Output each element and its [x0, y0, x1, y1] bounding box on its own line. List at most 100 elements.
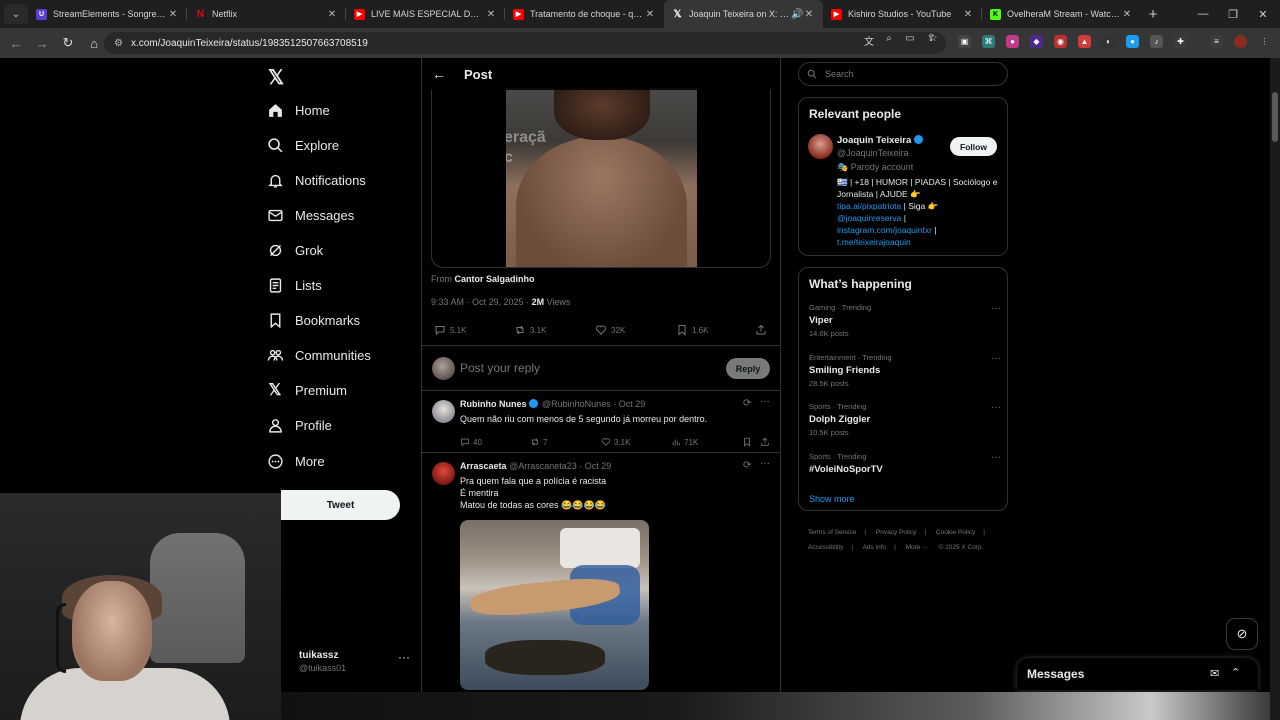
restore-icon[interactable]: ❐ — [1218, 0, 1248, 28]
minimize-icon[interactable]: — — [1188, 0, 1218, 28]
trend-item[interactable]: Gaming · Trending Viper 14.6K posts ··· — [809, 303, 1001, 341]
more-options-icon[interactable]: ··· — [760, 458, 770, 469]
browser-tab[interactable]: ▶ LIVE MAIS ESPECIAL DO ANO!! ✕ — [346, 0, 505, 28]
reply-action[interactable]: 5.1K — [434, 324, 466, 336]
zoom-icon[interactable]: ⌕ — [882, 33, 896, 47]
nav-notifications[interactable]: Notifications — [262, 165, 366, 195]
grok-explain-icon[interactable]: ⟳ — [743, 398, 751, 409]
trend-item[interactable]: Entertainment · Trending Smiling Friends… — [809, 353, 1001, 391]
extension-icon[interactable]: ● — [1006, 35, 1019, 48]
trend-more-icon[interactable]: ··· — [991, 402, 1001, 413]
back-icon[interactable]: ← — [4, 31, 28, 55]
close-tab-icon[interactable]: ✕ — [167, 9, 179, 20]
trend-item[interactable]: Sports · Trending #VoleiNoSporTV ··· — [809, 452, 1001, 490]
reply-author-handle[interactable]: @RubinhoNunes · Oct 29 — [542, 399, 645, 409]
avatar[interactable] — [808, 134, 833, 159]
nav-more[interactable]: More — [262, 446, 325, 476]
share-action[interactable] — [755, 324, 771, 336]
close-tab-icon[interactable]: ✕ — [803, 9, 815, 20]
trend-more-icon[interactable]: ··· — [991, 303, 1001, 314]
browser-tab-active[interactable]: 𝕏 Joaquin Teixeira on X: "Tira 🔊 ✕ — [664, 0, 823, 28]
expand-chevron-icon[interactable]: ⌃ — [1231, 666, 1240, 679]
bookmark-star-icon[interactable]: ☆ — [926, 33, 940, 47]
extension-icon[interactable]: ▲ — [1078, 35, 1091, 48]
tweet-button[interactable]: Tweet — [281, 490, 400, 520]
browser-tab[interactable]: K OvelheraM Stream - Watch Live ✕ — [982, 0, 1141, 28]
relevant-user-handle[interactable]: @JoaquinTeixeira — [837, 148, 909, 158]
close-tab-icon[interactable]: ✕ — [644, 9, 656, 20]
new-tab-button[interactable]: + — [1141, 6, 1165, 23]
extension-icon[interactable]: ◐ — [1102, 35, 1115, 48]
extension-icon[interactable]: ◆ — [1030, 35, 1043, 48]
video-frame[interactable]: eraçã c — [506, 88, 697, 267]
post-time[interactable]: 9:33 AM · Oct 29, 2025 · — [431, 297, 532, 307]
reply-reply-action[interactable]: 40 — [460, 437, 482, 447]
reply-share-icon[interactable] — [760, 437, 773, 447]
footer-link[interactable]: Cookie Policy — [936, 529, 975, 536]
bio-link[interactable]: instagram.com/joaquintxr — [837, 225, 932, 235]
avatar[interactable] — [432, 400, 455, 423]
footer-link[interactable]: More ··· — [906, 544, 929, 551]
nav-lists[interactable]: Lists — [262, 270, 322, 300]
search-input[interactable]: Search — [798, 62, 1008, 86]
messages-drawer[interactable]: Messages ✉ ⌃ — [1017, 658, 1258, 690]
new-message-icon[interactable]: ✉ — [1210, 667, 1219, 680]
like-action[interactable]: 32K — [595, 324, 625, 336]
browser-tab[interactable]: U StreamElements - Songrequest ✕ — [28, 0, 187, 28]
volume-icon[interactable]: ♪ — [1150, 35, 1163, 48]
footer-link[interactable]: Accessibility — [808, 544, 843, 551]
browser-tab[interactable]: ▶ Kishiro Studios - YouTube ✕ — [823, 0, 982, 28]
reply-post[interactable]: Rubinho Nunes @RubinhoNunes · Oct 29 ⟳ ·… — [422, 392, 780, 453]
cast-icon[interactable]: ▭ — [903, 33, 917, 47]
trend-more-icon[interactable]: ··· — [991, 452, 1001, 463]
media-icon[interactable]: ≡ — [1210, 35, 1223, 48]
grok-floating-button[interactable]: ⊘ — [1226, 618, 1258, 650]
scrollbar-thumb[interactable] — [1272, 92, 1278, 142]
browser-tab[interactable]: N Netflix ✕ — [187, 0, 346, 28]
reply-views-action[interactable]: 71K — [671, 437, 698, 447]
trend-item[interactable]: Sports · Trending Dolph Ziggler 10.5K po… — [809, 402, 1001, 440]
close-window-icon[interactable]: ✕ — [1248, 0, 1278, 28]
reply-post[interactable]: Arrascaeta @Arrascaneta23 · Oct 29 ⟳ ···… — [422, 454, 780, 720]
browser-tab[interactable]: ▶ Tratamento de choque - qualqu ✕ — [505, 0, 664, 28]
close-tab-icon[interactable]: ✕ — [962, 9, 974, 20]
translate-icon[interactable]: 文 — [862, 33, 876, 48]
nav-messages[interactable]: Messages — [262, 200, 354, 230]
trend-more-icon[interactable]: ··· — [991, 353, 1001, 364]
from-name-link[interactable]: Cantor Salgadinho — [455, 274, 535, 284]
page-scrollbar[interactable] — [1270, 58, 1280, 720]
extension-icon[interactable]: ● — [1126, 35, 1139, 48]
reply-image[interactable] — [460, 520, 649, 690]
reply-button[interactable]: Reply — [726, 358, 770, 379]
close-tab-icon[interactable]: ✕ — [1121, 9, 1133, 20]
bookmark-action[interactable]: 1.6K — [676, 324, 708, 336]
footer-link[interactable]: Ads info — [863, 544, 887, 551]
nav-profile[interactable]: Profile — [262, 410, 332, 440]
nav-home[interactable]: Home — [262, 95, 330, 125]
reply-input[interactable]: Post your reply — [460, 361, 540, 375]
close-tab-icon[interactable]: ✕ — [485, 9, 497, 20]
address-bar[interactable]: ⚙ x.com/JoaquinTeixeira/status/198351250… — [104, 32, 946, 54]
speaker-icon[interactable]: 🔊 — [791, 9, 803, 20]
follow-button[interactable]: Follow — [950, 137, 997, 156]
extension-icon[interactable]: ▣ — [958, 35, 971, 48]
reply-author-name[interactable]: Rubinho Nunes — [460, 399, 527, 409]
bio-link[interactable]: tipa.ai/pixpatriota — [837, 201, 901, 211]
footer-link[interactable]: Privacy Policy — [876, 529, 916, 536]
repost-action[interactable]: 3.1K — [514, 324, 546, 336]
profile-avatar-icon[interactable] — [1234, 35, 1247, 48]
reply-bookmark-icon[interactable] — [742, 437, 755, 447]
avatar[interactable] — [432, 462, 455, 485]
reply-author-name[interactable]: Arrascaeta — [460, 461, 507, 471]
bio-mention[interactable]: @joaquinreserva — [837, 213, 901, 223]
back-arrow-icon[interactable]: ← — [424, 66, 454, 82]
reply-repost-action[interactable]: 7 — [530, 437, 547, 447]
extension-icon[interactable]: ◉ — [1054, 35, 1067, 48]
tab-search-button[interactable]: ⌄ — [4, 4, 28, 24]
show-more-link[interactable]: Show more — [809, 494, 855, 504]
grok-explain-icon[interactable]: ⟳ — [743, 460, 751, 471]
nav-bookmarks[interactable]: Bookmarks — [262, 305, 360, 335]
browser-menu-icon[interactable]: ⋮ — [1258, 35, 1271, 48]
close-tab-icon[interactable]: ✕ — [326, 9, 338, 20]
forward-icon[interactable]: → — [30, 31, 54, 55]
